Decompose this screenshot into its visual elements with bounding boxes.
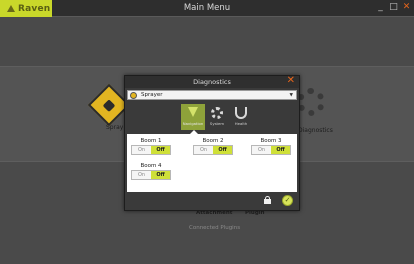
boom-2-toggle[interactable]: On Off xyxy=(193,145,233,155)
boom-control: Boom 4 On Off xyxy=(131,162,171,180)
tab-label: Navigation xyxy=(182,121,204,126)
boom-4-toggle[interactable]: On Off xyxy=(131,170,171,180)
boom-2-on-button[interactable]: On xyxy=(194,146,213,154)
dialog-footer: ✓ xyxy=(125,192,299,210)
boom-control: Boom 3 On Off xyxy=(251,137,291,155)
boom-label: Boom 2 xyxy=(202,138,224,144)
boom-control: Boom 1 On Off xyxy=(131,137,171,155)
boom-3-on-button[interactable]: On xyxy=(252,146,271,154)
tab-label: System xyxy=(209,121,225,126)
minimize-button[interactable]: _ xyxy=(376,2,385,12)
gear-icon xyxy=(211,107,223,119)
dialog-close-button[interactable]: ✕ xyxy=(287,75,295,87)
device-select-value: Sprayer xyxy=(141,92,163,98)
device-select[interactable]: Sprayer ▼ xyxy=(127,90,297,100)
boom-1-toggle[interactable]: On Off xyxy=(131,145,171,155)
boom-4-off-button[interactable]: Off xyxy=(151,171,170,179)
tab-health[interactable]: Health xyxy=(229,104,253,130)
dialog-titlebar: Diagnostics ✕ xyxy=(125,75,299,88)
boom-label: Boom 4 xyxy=(140,163,162,169)
boom-panel: Boom 1 On Off Boom 2 On Off Boom 3 On Of… xyxy=(127,134,297,192)
boom-label: Boom 1 xyxy=(140,138,162,144)
window-title: Main Menu xyxy=(183,3,231,13)
diagnostic-tabs: Navigation System Health xyxy=(181,104,253,130)
boom-1-on-button[interactable]: On xyxy=(132,146,151,154)
maximize-button[interactable]: □ xyxy=(389,2,398,12)
boom-label: Boom 3 xyxy=(260,138,282,144)
connected-plugins-label: Connected Plugins xyxy=(189,225,241,231)
tab-label: Health xyxy=(234,121,248,126)
window-controls: _ □ ✕ xyxy=(376,2,411,12)
boom-3-off-button[interactable]: Off xyxy=(271,146,290,154)
title-bar: Raven Main Menu _ □ ✕ xyxy=(0,0,414,17)
diagnostics-dialog: Diagnostics ✕ Sprayer ▼ Navigation Syste… xyxy=(124,75,300,211)
boom-control: Boom 2 On Off xyxy=(193,137,233,155)
chevron-down-icon: ▼ xyxy=(289,92,293,98)
boom-1-off-button[interactable]: Off xyxy=(151,146,170,154)
sprayer-icon xyxy=(130,91,137,99)
diagnostics-tile-label: Diagnostics xyxy=(298,127,333,134)
ok-button[interactable]: ✓ xyxy=(282,195,293,206)
lock-icon[interactable] xyxy=(264,196,271,204)
diagnostics-tile-icon[interactable] xyxy=(297,88,325,116)
boom-4-on-button[interactable]: On xyxy=(132,171,151,179)
close-button[interactable]: ✕ xyxy=(402,2,411,12)
boom-3-toggle[interactable]: On Off xyxy=(251,145,291,155)
boom-2-off-button[interactable]: Off xyxy=(213,146,232,154)
spray-tile-label: Spray xyxy=(106,124,124,131)
check-icon xyxy=(187,107,199,119)
stethoscope-icon xyxy=(235,107,247,119)
tab-system[interactable]: System xyxy=(205,104,229,130)
tab-navigation[interactable]: Navigation xyxy=(181,104,205,130)
dialog-title: Diagnostics xyxy=(193,78,231,86)
